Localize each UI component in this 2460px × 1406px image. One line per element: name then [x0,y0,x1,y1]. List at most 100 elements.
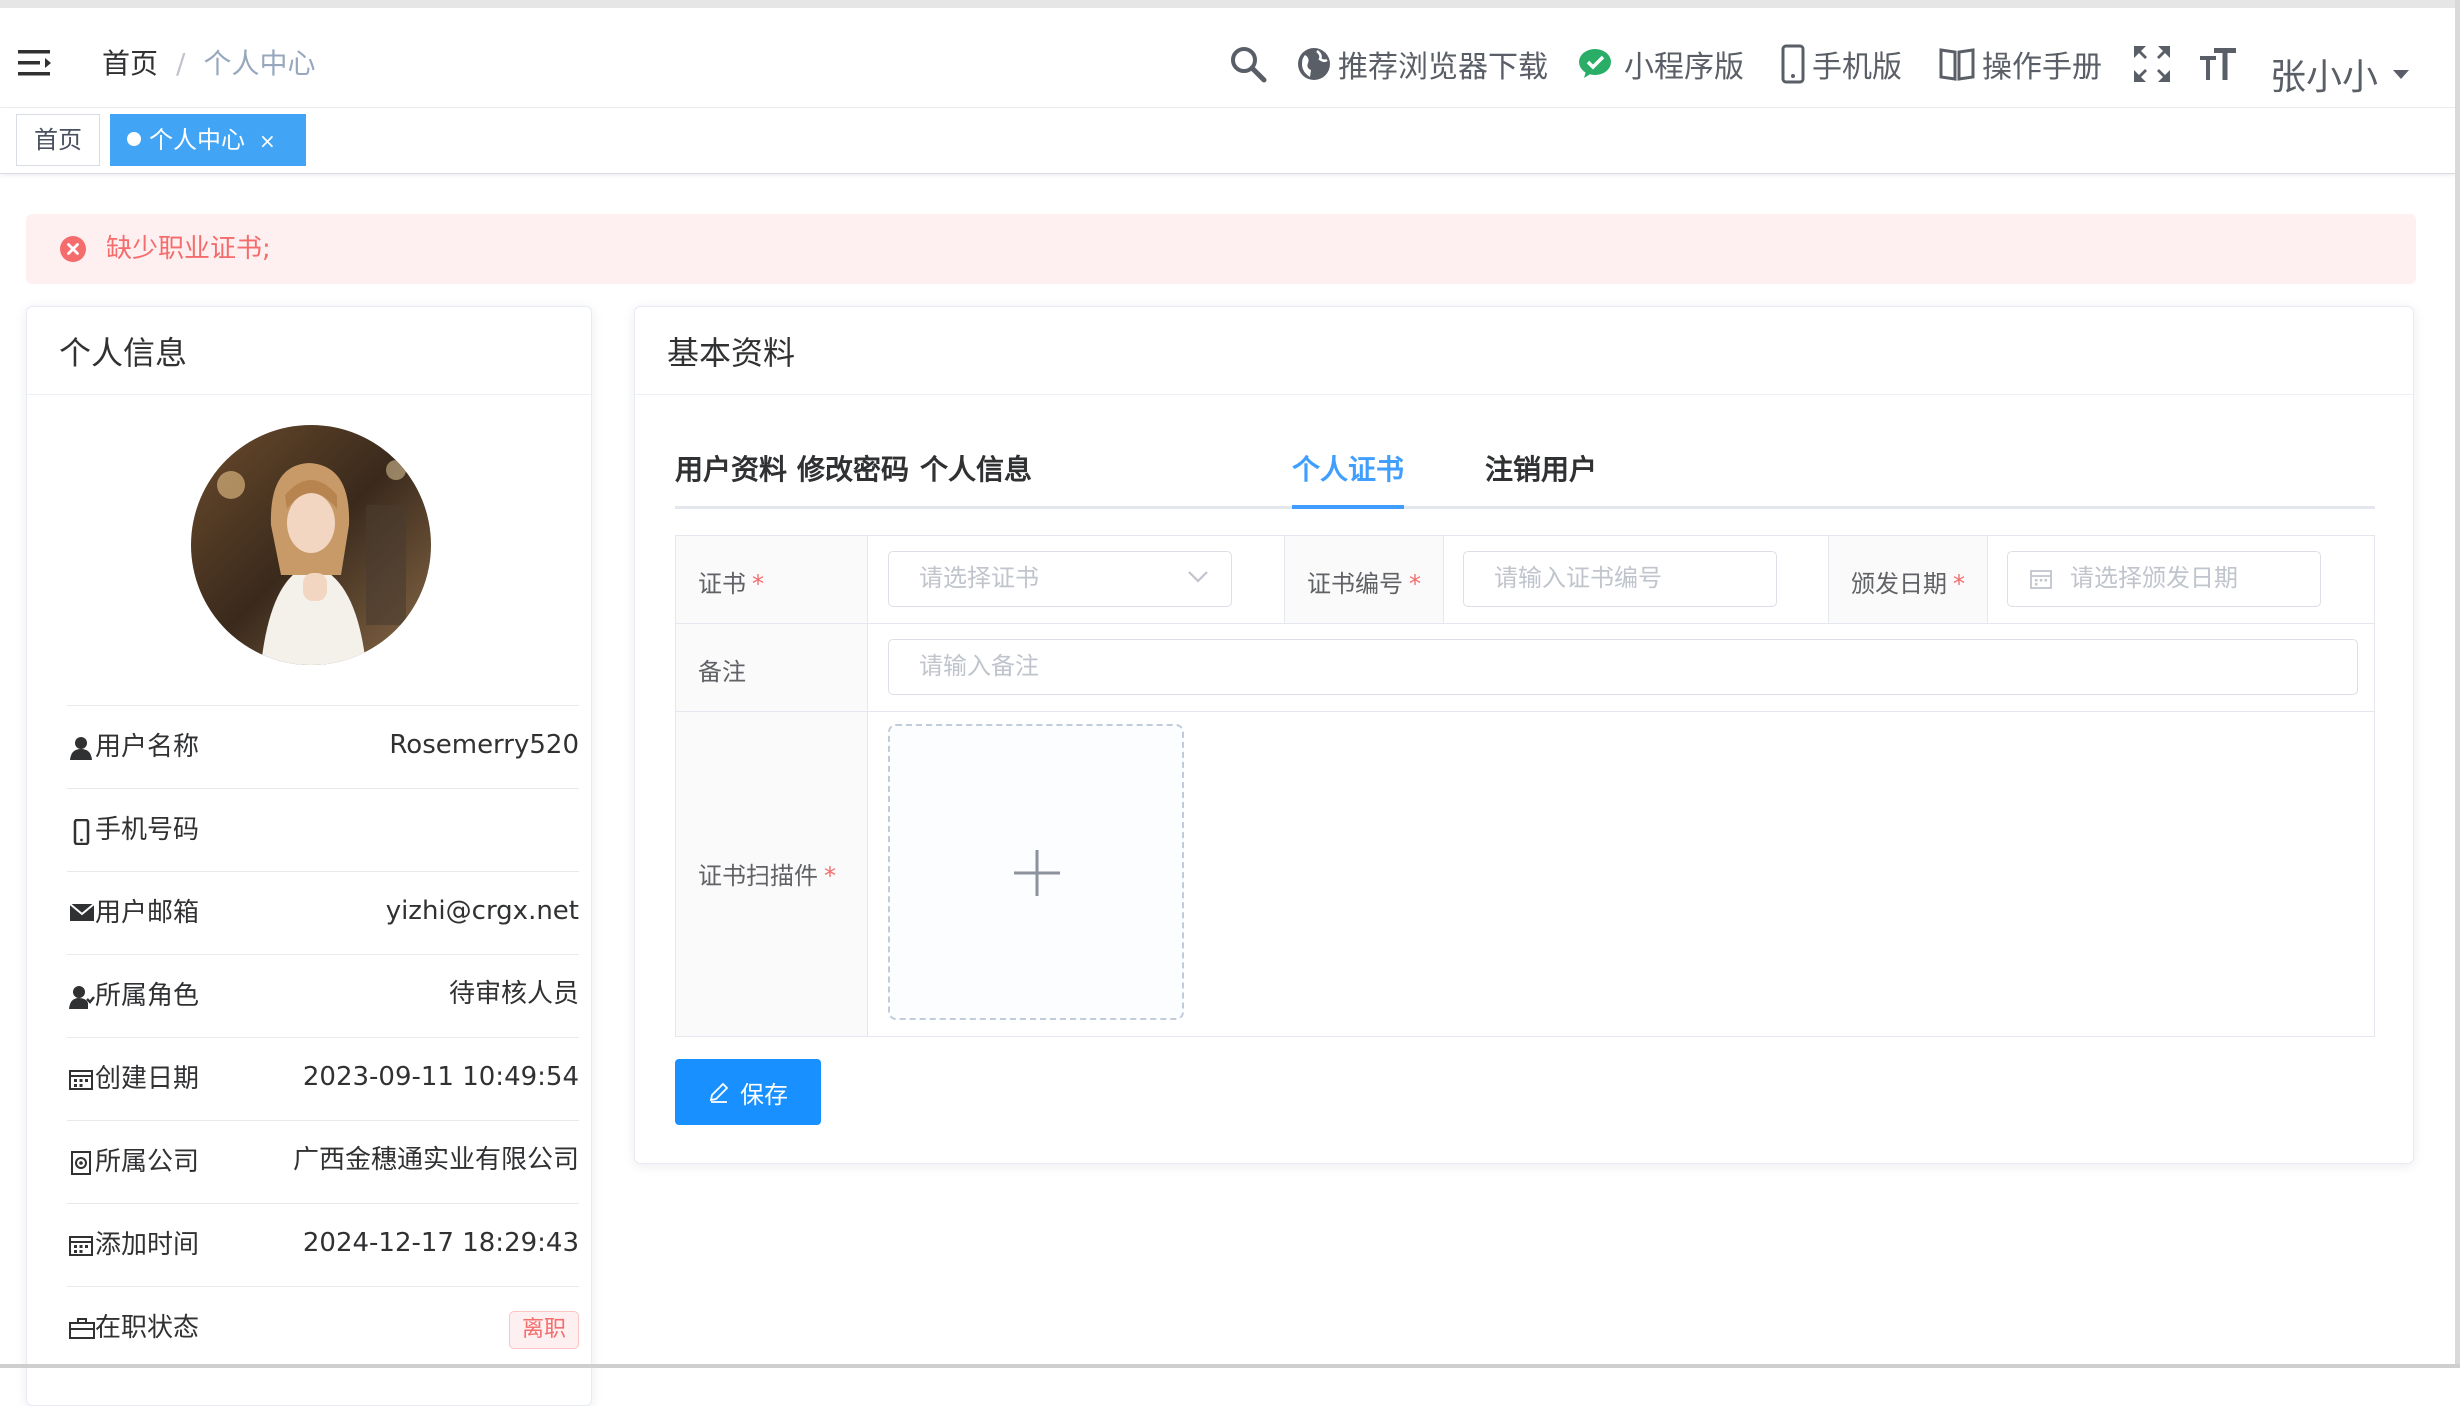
certificate-scan-upload[interactable] [888,724,1184,1020]
issue-date-label-cell: 颁发日期 * [1828,536,1988,624]
info-row-added-time: 添加时间 2024-12-17 18:29:43 [67,1203,579,1286]
book-icon [1938,46,1982,82]
profile-info-list: 用户名称 Rosemerry520 手机号码 用户邮箱 yizhi@crgx.n… [67,705,579,1369]
font-size-button[interactable] [2198,42,2244,86]
row-divider [868,711,2374,712]
info-label: 手机号码 [95,815,200,845]
profile-card-header: 个人信息 [27,307,591,395]
company-icon [69,1151,93,1175]
issue-date-label: 颁发日期 [1851,570,1947,598]
mail-icon [69,902,95,922]
info-value: Rosemerry520 [389,730,579,760]
basic-card-header: 基本资料 [635,307,2413,395]
issue-date-placeholder: 请选择颁发日期 [2070,564,2238,592]
user-dropdown[interactable]: 张小小 [2270,48,2378,100]
required-mark: * [1953,570,1965,598]
breadcrumb-separator: / [176,47,186,80]
tab-deactivate-user[interactable]: 注销用户 [1485,445,1597,495]
tab-personal-certificate[interactable]: 个人证书 [1292,445,1404,495]
status-badge: 离职 [508,1311,579,1349]
profile-card: 个人信息 用户名称 Rosemerry520 手机号码 用户邮箱 yizhi@c… [26,306,592,1406]
search-icon [1228,44,1274,84]
certificate-select-placeholder: 请选择证书 [919,564,1039,592]
required-mark: * [824,862,836,890]
save-button[interactable]: 保存 [675,1059,821,1125]
basic-card-title: 基本资料 [667,334,796,372]
info-label: 用户邮箱 [95,898,200,928]
tags-view: 首页 个人中心 × [0,108,2455,174]
mini-program-link[interactable]: 小程序版 [1578,42,1744,86]
info-row-created-date: 创建日期 2023-09-11 10:49:54 [67,1037,579,1120]
breadcrumb: 首页 / 个人中心 [102,44,315,84]
required-mark: * [1409,570,1421,598]
tab-personal-info[interactable]: 个人信息 [920,445,1032,495]
cert-number-label-cell: 证书编号 * [1284,536,1444,624]
tab-change-password[interactable]: 修改密码 [797,445,909,495]
info-label: 添加时间 [95,1230,200,1260]
browser-download-label: 推荐浏览器下载 [1338,50,1548,85]
close-icon[interactable]: × [259,129,276,153]
tab-user-profile[interactable]: 用户资料 [675,445,787,495]
info-value: 待审核人员 [448,979,579,1009]
chevron-down-icon [1187,570,1209,584]
manual-link[interactable]: 操作手册 [1938,42,2102,86]
caret-down-icon[interactable] [2393,70,2409,79]
remark-input[interactable]: 请输入备注 [888,639,2358,695]
issue-date-picker[interactable]: 请选择颁发日期 [2007,551,2321,607]
breadcrumb-current: 个人中心 [203,47,316,80]
tag-home[interactable]: 首页 [16,114,100,166]
required-mark: * [752,570,764,598]
edit-icon [708,1081,740,1103]
info-value: 广西金穗通实业有限公司 [292,1145,579,1175]
info-label: 所属角色 [95,981,200,1011]
info-row-company: 所属公司 广西金穗通实业有限公司 [67,1120,579,1203]
avatar[interactable] [191,425,431,665]
search-button[interactable] [1228,42,1274,86]
row-divider [868,623,2374,624]
cert-number-input[interactable]: 请输入证书编号 [1463,551,1777,607]
mobile-icon [1780,44,1812,84]
active-tab-indicator [1292,505,1404,509]
alert-message: 缺少职业证书; [106,234,271,264]
role-icon [69,985,95,1009]
scan-label-cell: 证书扫描件 * [676,712,868,1036]
fullscreen-button[interactable] [2132,42,2178,86]
info-label: 在职状态 [95,1313,200,1343]
profile-tabs: 用户资料 修改密码 个人信息 个人证书 注销用户 [675,445,2375,509]
info-label: 创建日期 [95,1064,200,1094]
info-row-username: 用户名称 Rosemerry520 [67,705,579,788]
error-alert: 缺少职业证书; [26,214,2416,284]
remark-label: 备注 [698,658,746,686]
mobile-version-link[interactable]: 手机版 [1780,42,1902,86]
user-icon [69,736,93,760]
info-value: 2024-12-17 18:29:43 [302,1228,579,1258]
basic-info-card: 基本资料 用户资料 修改密码 个人信息 个人证书 注销用户 证书 * 证书编号 * … [634,306,2414,1164]
active-dot-icon [127,132,141,146]
navbar: 首页 / 个人中心 推荐浏览器下载 小程序版 手机版 操作手册 张小小 [0,0,2455,108]
certificate-label-cell: 证书 * [676,536,868,624]
info-row-employment-status: 在职状态 离职 [67,1286,579,1369]
hamburger-menu-icon[interactable] [18,48,52,78]
profile-card-title: 个人信息 [59,334,188,372]
manual-label: 操作手册 [1982,50,2102,85]
info-value: 2023-09-11 10:49:54 [302,1062,579,1092]
info-row-email: 用户邮箱 yizhi@crgx.net [67,871,579,954]
tag-label: 个人中心 [149,126,245,154]
certificate-label: 证书 [698,570,746,598]
info-label: 所属公司 [95,1147,200,1177]
wechat-icon [1578,47,1624,81]
globe-icon [1296,46,1338,82]
plus-icon [1014,850,1060,896]
info-value: yizhi@crgx.net [385,896,579,926]
window-bottom-edge [0,1364,2460,1368]
window-scrollbar[interactable] [2455,0,2460,1368]
browser-download-link[interactable]: 推荐浏览器下载 [1296,42,1548,86]
font-size-icon [2198,44,2244,84]
mini-program-label: 小程序版 [1624,50,1744,85]
tag-personal-center[interactable]: 个人中心 × [110,114,306,166]
certificate-select[interactable]: 请选择证书 [888,551,1232,607]
scan-label: 证书扫描件 [698,862,818,890]
info-row-phone: 手机号码 [67,788,579,871]
breadcrumb-home[interactable]: 首页 [102,47,158,80]
remark-label-cell: 备注 [676,624,868,712]
